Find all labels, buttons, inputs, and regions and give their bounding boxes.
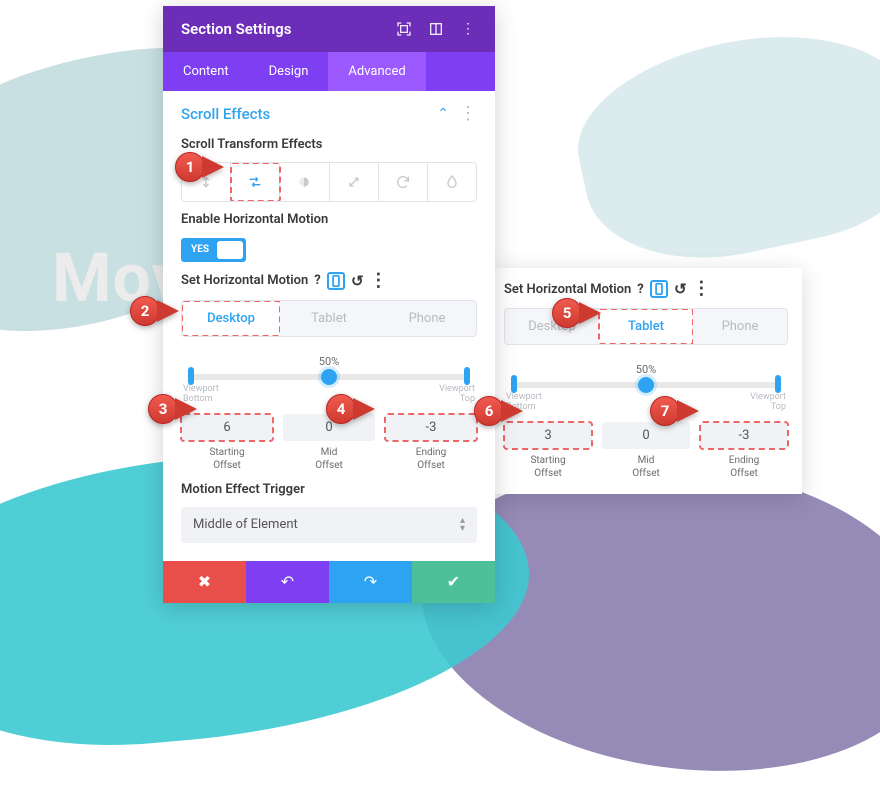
viewport-top-label-2: Viewport Top bbox=[750, 392, 786, 412]
horizontal-motion-row: Set Horizontal Motion ? ↻ ⋮ bbox=[181, 272, 477, 290]
help-icon-2[interactable]: ? bbox=[637, 282, 643, 297]
tablet-motion-card: Set Horizontal Motion ? ↻ ⋮ Desktop Tabl… bbox=[490, 268, 802, 494]
slider-track-2[interactable] bbox=[514, 382, 778, 388]
trigger-select[interactable]: Middle of Element ▴▾ bbox=[181, 507, 477, 543]
effect-fade-icon[interactable] bbox=[280, 163, 329, 201]
group-header: Scroll Effects ⌃ ⋮ bbox=[181, 105, 477, 123]
slider-mid-handle[interactable] bbox=[321, 369, 337, 385]
effect-blur-icon[interactable] bbox=[428, 163, 476, 201]
slider-percent-2: 50% bbox=[504, 363, 788, 376]
ending-offset-caption: Ending Offset bbox=[385, 446, 477, 472]
device-tabs: Desktop Tablet Phone bbox=[181, 300, 477, 337]
save-button[interactable]: ✔ bbox=[412, 561, 495, 603]
starting-offset-caption: Starting Offset bbox=[181, 446, 273, 472]
panel-title: Section Settings bbox=[181, 20, 381, 38]
select-arrow-icon: ▴▾ bbox=[460, 517, 465, 533]
starting-offset-input-2[interactable]: 3 bbox=[504, 422, 592, 449]
viewport-top-label: Viewport Top bbox=[439, 384, 475, 404]
toggle-knob bbox=[217, 241, 243, 259]
effect-horizontal-icon[interactable] bbox=[231, 163, 280, 201]
device-tab-phone-2[interactable]: Phone bbox=[693, 309, 787, 344]
slider-end-handle[interactable] bbox=[464, 367, 470, 385]
mid-offset-caption-2: Mid Offset bbox=[602, 454, 690, 480]
callout-3: 3 bbox=[148, 394, 197, 424]
tab-design[interactable]: Design bbox=[249, 52, 329, 91]
more-icon[interactable]: ⋮ bbox=[459, 20, 477, 38]
transform-effect-buttons bbox=[181, 162, 477, 202]
motion-slider-2: 50% Viewport Bottom Viewport Top bbox=[504, 363, 788, 412]
help-icon[interactable]: ? bbox=[314, 273, 320, 288]
ending-offset-input[interactable]: -3 bbox=[385, 414, 477, 441]
responsive-icon-2[interactable] bbox=[650, 280, 668, 298]
redo-button[interactable]: ↷ bbox=[329, 561, 412, 603]
slider-mid-handle-2[interactable] bbox=[638, 377, 654, 393]
focus-icon[interactable] bbox=[395, 20, 413, 38]
collapse-icon[interactable]: ⌃ bbox=[437, 106, 449, 122]
device-tab-tablet-2[interactable]: Tablet bbox=[599, 309, 693, 344]
toggle-label: YES bbox=[191, 244, 209, 255]
ending-offset-caption-2: Ending Offset bbox=[700, 454, 788, 480]
panel-header: Section Settings ⋮ bbox=[163, 6, 495, 52]
device-tab-tablet[interactable]: Tablet bbox=[280, 301, 378, 336]
slider-start-handle[interactable] bbox=[188, 367, 194, 385]
mid-offset-caption: Mid Offset bbox=[283, 446, 375, 472]
cancel-button[interactable]: ✖ bbox=[163, 561, 246, 603]
slider-start-handle-2[interactable] bbox=[511, 375, 517, 393]
reset-icon-2[interactable]: ↻ bbox=[674, 280, 687, 298]
horizontal-motion-label-2: Set Horizontal Motion bbox=[504, 282, 631, 297]
ending-offset-input-2[interactable]: -3 bbox=[700, 422, 788, 449]
trigger-value: Middle of Element bbox=[193, 517, 298, 532]
undo-button[interactable]: ↶ bbox=[246, 561, 329, 603]
effect-rotate-icon[interactable] bbox=[379, 163, 428, 201]
effect-scale-icon[interactable] bbox=[330, 163, 379, 201]
transform-effects-label: Scroll Transform Effects bbox=[181, 137, 477, 152]
tab-content[interactable]: Content bbox=[163, 52, 249, 91]
slider-end-handle-2[interactable] bbox=[775, 375, 781, 393]
slider-percent: 50% bbox=[181, 355, 477, 368]
callout-6: 6 bbox=[474, 396, 523, 426]
section-settings-panel: Section Settings ⋮ Content Design Advanc… bbox=[163, 6, 495, 603]
callout-7: 7 bbox=[650, 396, 699, 426]
layout-icon[interactable] bbox=[427, 20, 445, 38]
callout-1: 1 bbox=[175, 152, 224, 182]
mid-offset-input-2[interactable]: 0 bbox=[602, 422, 690, 449]
enable-horizontal-label: Enable Horizontal Motion bbox=[181, 212, 477, 227]
device-tab-desktop[interactable]: Desktop bbox=[182, 301, 280, 336]
slider-track[interactable] bbox=[191, 374, 467, 380]
responsive-icon[interactable] bbox=[327, 272, 345, 290]
callout-2: 2 bbox=[130, 296, 179, 326]
main-tabs: Content Design Advanced bbox=[163, 52, 495, 91]
trigger-label: Motion Effect Trigger bbox=[181, 482, 477, 497]
enable-horizontal-toggle[interactable]: YES bbox=[181, 238, 246, 262]
tab-advanced[interactable]: Advanced bbox=[328, 52, 425, 91]
device-tab-phone[interactable]: Phone bbox=[378, 301, 476, 336]
callout-5: 5 bbox=[552, 298, 601, 328]
device-tabs-2: Desktop Tablet Phone bbox=[504, 308, 788, 345]
starting-offset-caption-2: Starting Offset bbox=[504, 454, 592, 480]
panel-footer: ✖ ↶ ↷ ✔ bbox=[163, 561, 495, 603]
group-title[interactable]: Scroll Effects bbox=[181, 105, 437, 123]
reset-icon[interactable]: ↻ bbox=[351, 272, 364, 290]
callout-4: 4 bbox=[326, 394, 375, 424]
horizontal-motion-label: Set Horizontal Motion bbox=[181, 273, 308, 288]
